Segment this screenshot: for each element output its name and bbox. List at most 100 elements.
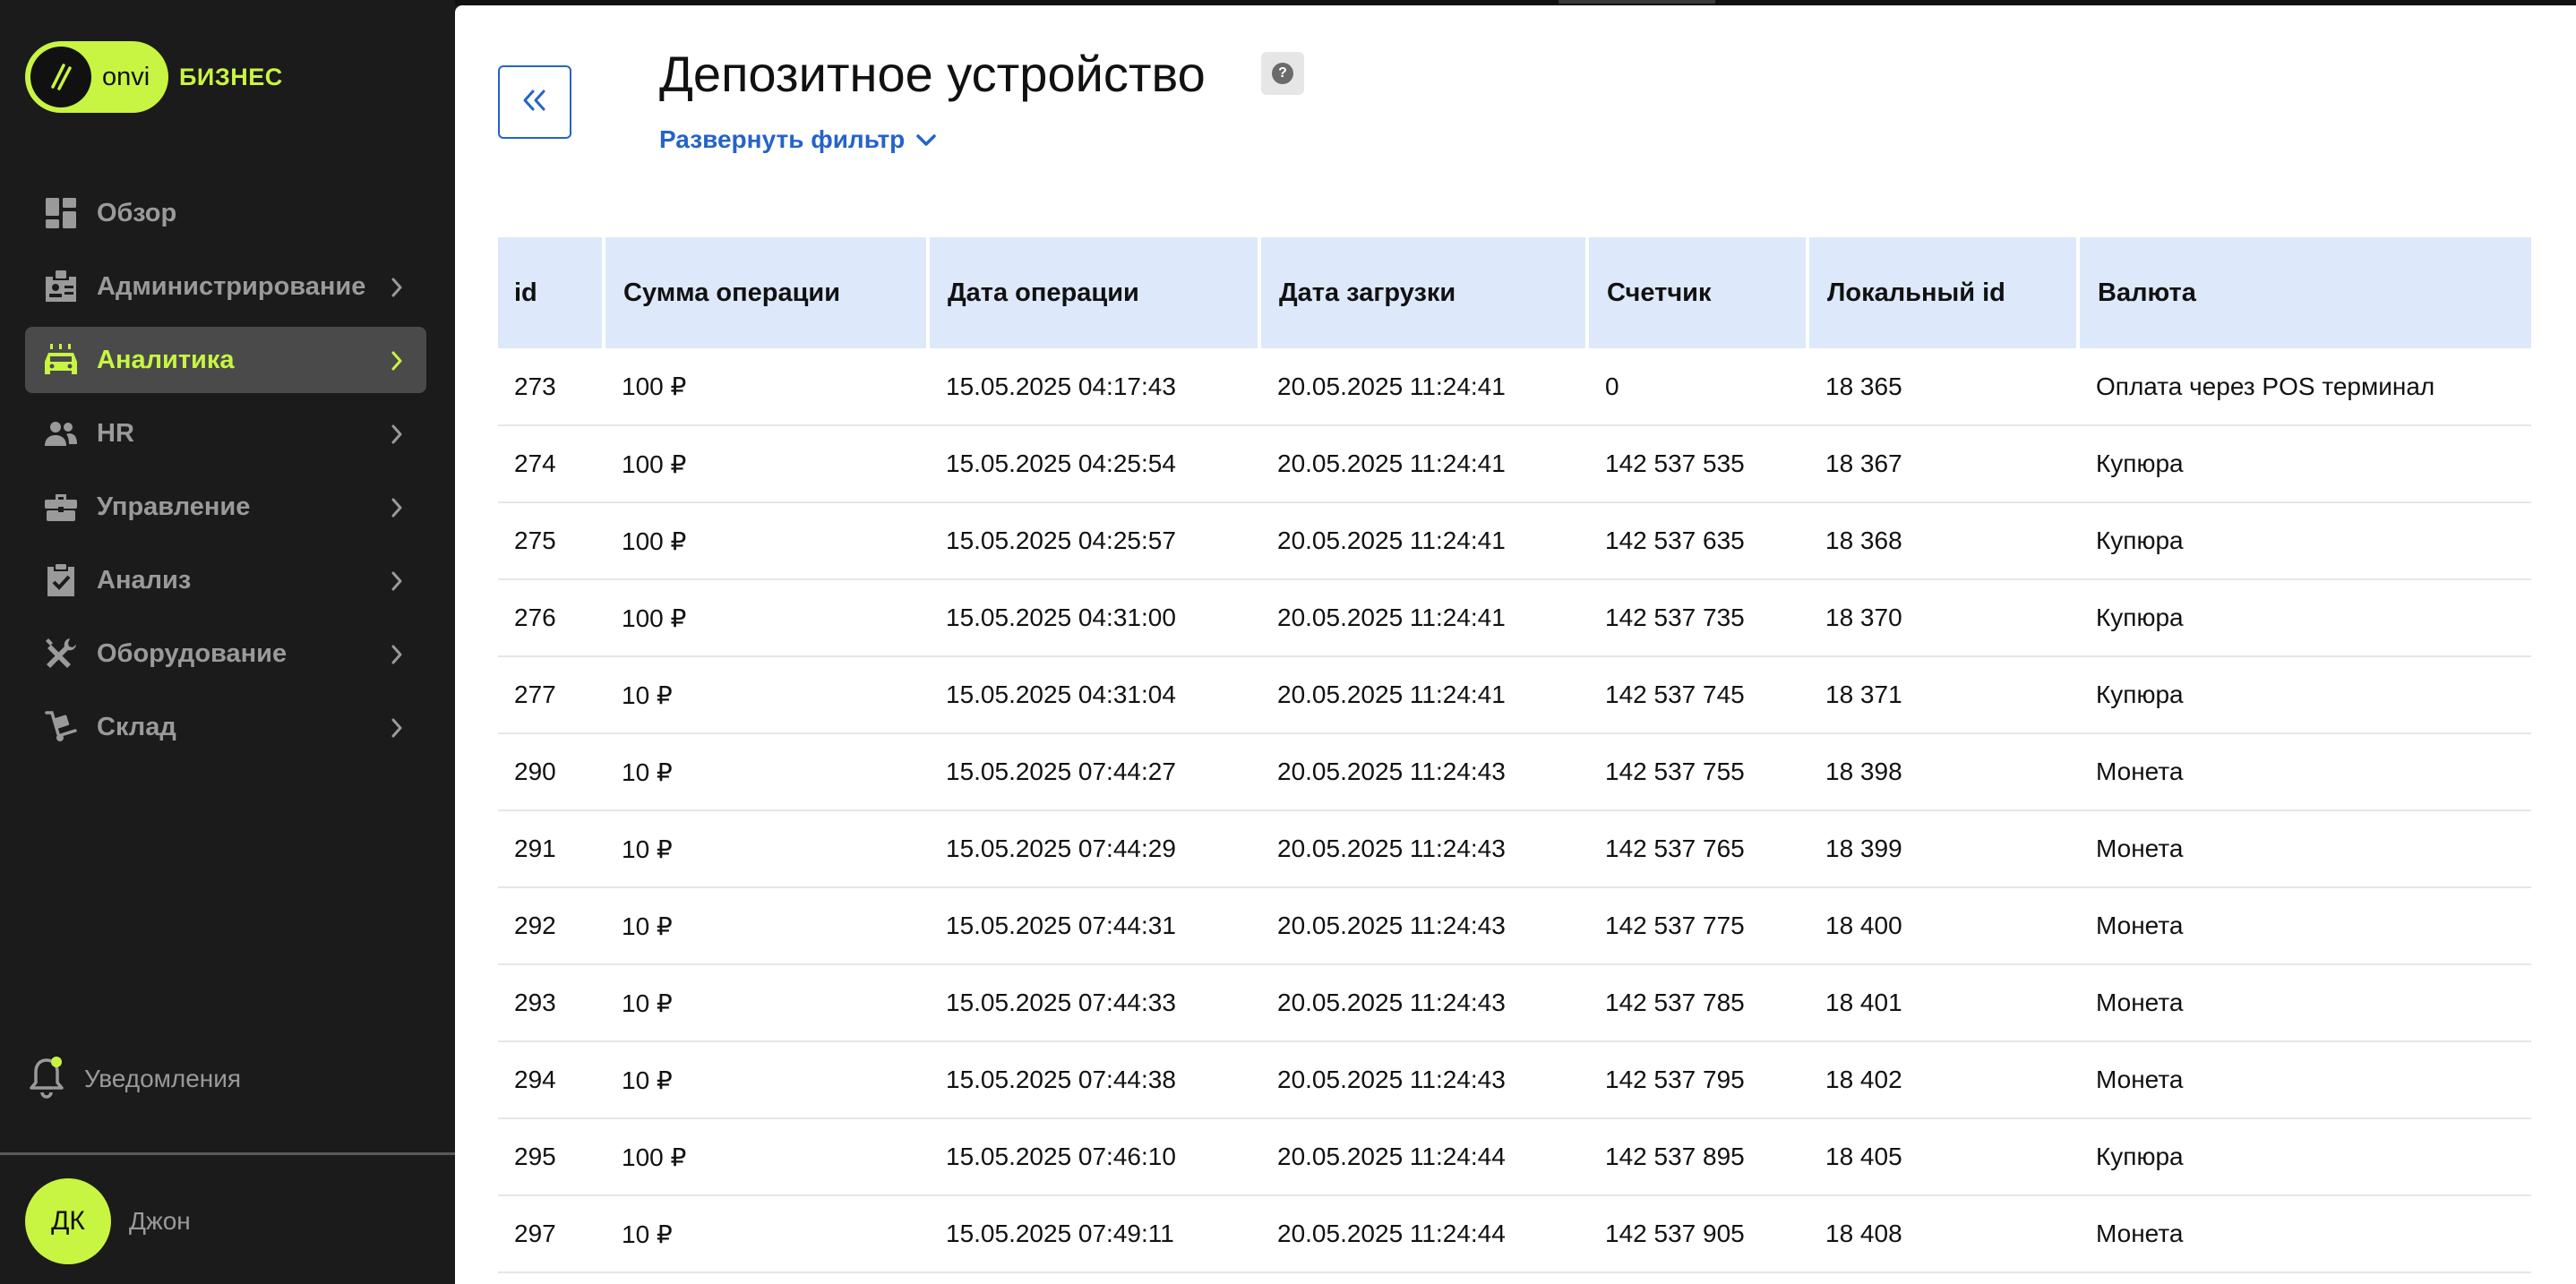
column-header-operation-date[interactable]: Дата операции <box>928 237 1261 348</box>
cell-currency: Купюра <box>2078 425 2531 503</box>
help-icon[interactable]: ? <box>1261 52 1304 95</box>
table-row[interactable]: 290 10 ₽15.05.2025 07:44:27 20.05.2025 11:… <box>498 733 2531 811</box>
cell-upload-date: 20.05.2025 11:24:43 <box>1259 1041 1587 1119</box>
table-row[interactable]: 292 10 ₽15.05.2025 07:44:31 20.05.2025 11:… <box>498 887 2531 965</box>
cell-currency: Монета <box>2078 1041 2531 1119</box>
logo-mark-icon <box>30 47 91 107</box>
sidebar-item-hr[interactable]: HR <box>25 400 426 467</box>
table-row[interactable]: 274 100 ₽15.05.2025 04:25:54 20.05.2025 11… <box>498 425 2531 503</box>
sidebar-item-administration[interactable]: Администрирование <box>25 253 426 320</box>
chevron-right-icon <box>391 351 403 375</box>
cell-amount: 100 ₽ <box>604 579 928 657</box>
cell-operation-date: 15.05.2025 04:17:43 <box>928 348 1259 426</box>
cell-upload-date: 20.05.2025 11:24:44 <box>1259 1118 1587 1196</box>
expand-filter-toggle[interactable]: Развернуть фильтр <box>659 125 937 154</box>
table-row[interactable]: 275 100 ₽15.05.2025 04:25:57 20.05.2025 11… <box>498 502 2531 580</box>
cell-counter: 142 537 795 <box>1587 1041 1807 1119</box>
cell-upload-date: 20.05.2025 11:24:43 <box>1259 733 1587 811</box>
cell-operation-date: 15.05.2025 07:44:31 <box>928 887 1259 965</box>
sidebar-item-analysis[interactable]: Анализ <box>25 547 426 613</box>
cell-amount: 100 ₽ <box>604 502 928 580</box>
cell-upload-date: 20.05.2025 11:24:44 <box>1259 1195 1587 1273</box>
cell-counter: 142 537 895 <box>1587 1118 1807 1196</box>
sidebar-item-warehouse[interactable]: Склад <box>25 694 426 760</box>
cell-local-id: 18 400 <box>1807 887 2078 965</box>
cell-currency: Купюра <box>2078 579 2531 657</box>
cell-amount: 10 ₽ <box>604 656 928 734</box>
deposit-operations-table: id Сумма операции Дата операции Дата заг… <box>498 237 2531 1273</box>
cell-local-id: 18 370 <box>1807 579 2078 657</box>
column-header-amount[interactable]: Сумма операции <box>604 237 930 348</box>
cell-operation-date: 15.05.2025 04:31:04 <box>928 656 1259 734</box>
sidebar-item-management[interactable]: Управление <box>25 474 426 540</box>
cell-counter: 0 <box>1587 348 1807 426</box>
cell-operation-date: 15.05.2025 07:49:11 <box>928 1195 1259 1273</box>
cell-id: 274 <box>498 425 604 503</box>
cell-amount: 10 ₽ <box>604 1041 928 1119</box>
cell-id: 273 <box>498 348 604 426</box>
column-header-currency[interactable]: Валюта <box>2078 237 2531 348</box>
cell-local-id: 18 398 <box>1807 733 2078 811</box>
sidebar-item-analytics[interactable]: Аналитика <box>25 327 426 393</box>
chevron-right-icon <box>391 571 403 595</box>
cell-counter: 142 537 635 <box>1587 502 1807 580</box>
cell-currency: Монета <box>2078 964 2531 1042</box>
cell-operation-date: 15.05.2025 04:25:54 <box>928 425 1259 503</box>
cell-amount: 100 ₽ <box>604 425 928 503</box>
sidebar-item-label: Обзор <box>97 198 177 227</box>
cell-id: 292 <box>498 887 604 965</box>
table-row[interactable]: 276 100 ₽15.05.2025 04:31:00 20.05.2025 11… <box>498 579 2531 657</box>
chevron-down-icon <box>915 125 937 154</box>
cell-counter: 142 537 765 <box>1587 810 1807 888</box>
cell-local-id: 18 399 <box>1807 810 2078 888</box>
table-row[interactable]: 291 10 ₽15.05.2025 07:44:29 20.05.2025 11:… <box>498 810 2531 888</box>
notifications-label: Уведомления <box>84 1065 242 1092</box>
main-content: Депозитное устройство ? Развернуть фильт… <box>455 5 2576 1284</box>
cell-operation-date: 15.05.2025 07:44:29 <box>928 810 1259 888</box>
sidebar-item-label: Управление <box>97 492 251 521</box>
cell-id: 291 <box>498 810 604 888</box>
cell-local-id: 18 401 <box>1807 964 2078 1042</box>
table-row[interactable]: 297 10 ₽15.05.2025 07:49:11 20.05.2025 11:… <box>498 1195 2531 1273</box>
brand-logo[interactable]: onvi БИЗНЕС <box>25 41 283 113</box>
sidebar-item-label: Анализ <box>97 565 192 595</box>
cell-currency: Монета <box>2078 887 2531 965</box>
table-row[interactable]: 277 10 ₽15.05.2025 04:31:04 20.05.2025 11:… <box>498 656 2531 734</box>
cell-upload-date: 20.05.2025 11:24:43 <box>1259 887 1587 965</box>
sidebar-item-equipment[interactable]: Оборудование <box>25 621 426 687</box>
cell-currency: Монета <box>2078 810 2531 888</box>
sidebar-nav: Обзор Администрирование Аналитика HR Упр… <box>25 180 426 767</box>
column-header-upload-date[interactable]: Дата загрузки <box>1259 237 1589 348</box>
bell-icon <box>27 1055 66 1104</box>
cell-counter: 142 537 905 <box>1587 1195 1807 1273</box>
logo-word: onvi <box>102 62 150 91</box>
notifications-link[interactable]: Уведомления <box>27 1055 242 1104</box>
chevron-right-icon <box>391 424 403 449</box>
chevron-right-icon <box>391 645 403 669</box>
column-header-id[interactable]: id <box>498 237 605 348</box>
column-header-counter[interactable]: Счетчик <box>1587 237 1809 348</box>
cell-operation-date: 15.05.2025 07:44:27 <box>928 733 1259 811</box>
cell-id: 275 <box>498 502 604 580</box>
user-name: Джон <box>129 1207 191 1235</box>
cell-id: 293 <box>498 964 604 1042</box>
table-row[interactable]: 273 100 ₽15.05.2025 04:17:43 20.05.2025 11… <box>498 348 2531 426</box>
cell-local-id: 18 408 <box>1807 1195 2078 1273</box>
cell-counter: 142 537 735 <box>1587 579 1807 657</box>
cell-upload-date: 20.05.2025 11:24:41 <box>1259 656 1587 734</box>
user-profile[interactable]: ДК Джон <box>25 1178 191 1264</box>
logo-pill: onvi <box>25 41 168 113</box>
table-row[interactable]: 293 10 ₽15.05.2025 07:44:33 20.05.2025 11:… <box>498 964 2531 1042</box>
logo-suffix: БИЗНЕС <box>179 63 283 90</box>
sidebar-item-overview[interactable]: Обзор <box>25 180 426 246</box>
sidebar: onvi БИЗНЕС Обзор Администрирование Анал… <box>0 0 455 1284</box>
collapse-sidebar-button[interactable] <box>498 65 571 139</box>
cell-operation-date: 15.05.2025 04:25:57 <box>928 502 1259 580</box>
chevron-right-icon <box>391 278 403 302</box>
table-row[interactable]: 295 100 ₽15.05.2025 07:46:10 20.05.2025 11… <box>498 1118 2531 1196</box>
column-header-local-id[interactable]: Локальный id <box>1807 237 2080 348</box>
table-row[interactable]: 294 10 ₽15.05.2025 07:44:38 20.05.2025 11:… <box>498 1041 2531 1119</box>
cell-local-id: 18 368 <box>1807 502 2078 580</box>
cell-amount: 10 ₽ <box>604 733 928 811</box>
filter-toggle-label: Развернуть фильтр <box>659 125 906 153</box>
